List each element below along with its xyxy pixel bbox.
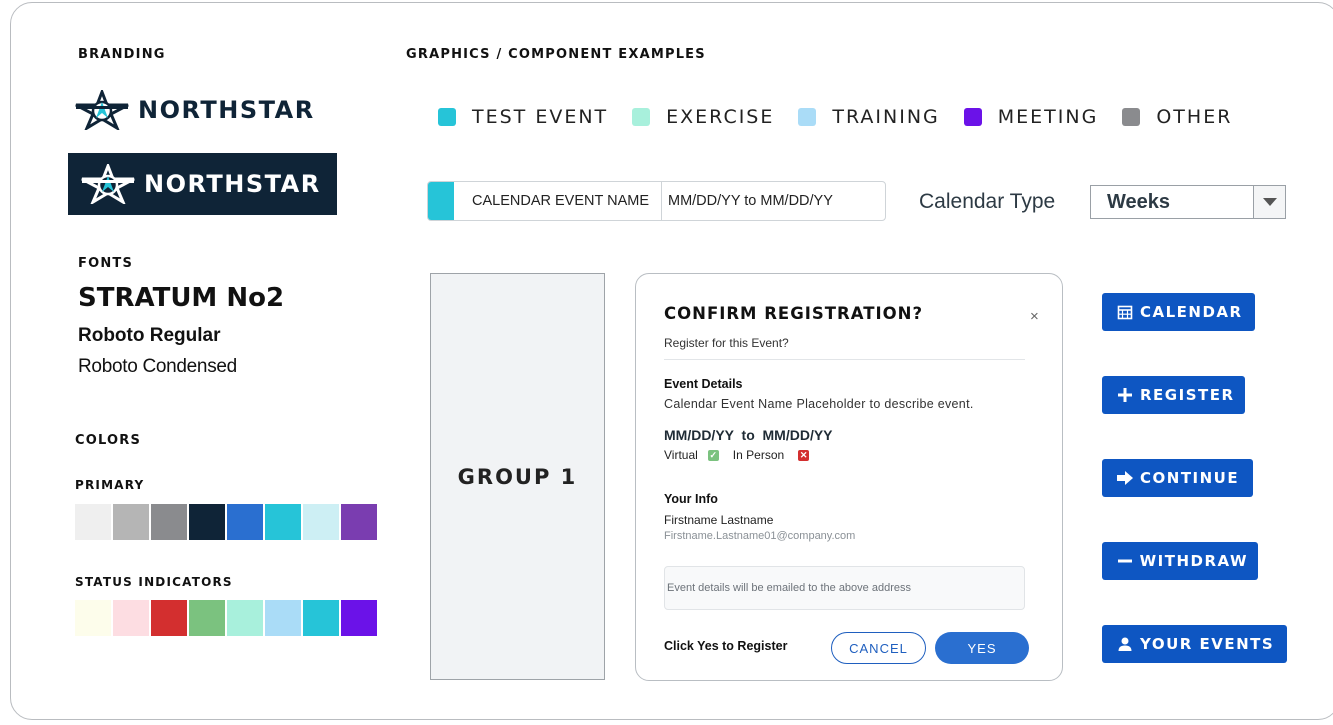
status-swatches [75, 600, 377, 636]
your-info-heading: Your Info [664, 492, 718, 506]
user-name: Firstname Lastname [664, 513, 774, 527]
primary-colors-label: PRIMARY [75, 478, 145, 492]
event-details-heading: Event Details [664, 377, 743, 391]
calendar-button[interactable]: CALENDAR [1102, 293, 1255, 331]
logo-wordmark-dark: NORTHSTAR [144, 170, 321, 198]
arrow-right-icon [1116, 469, 1134, 487]
legend-item: TRAINING [798, 106, 939, 128]
calendar-icon [1116, 303, 1134, 321]
northstar-logo-dark: NORTHSTAR [68, 153, 337, 215]
event-dates: MM/DD/YY to MM/DD/YY [668, 193, 833, 209]
cancel-button[interactable]: CANCEL [831, 632, 926, 664]
withdraw-button[interactable]: WITHDRAW [1102, 542, 1258, 580]
status-color-swatch [227, 600, 263, 636]
event-details-text: Calendar Event Name Placeholder to descr… [664, 397, 974, 411]
legend-label: EXERCISE [666, 106, 775, 128]
primary-color-swatch [303, 504, 339, 540]
primary-swatches [75, 504, 377, 540]
continue-button[interactable]: CONTINUE [1102, 459, 1253, 497]
your-events-button[interactable]: YOUR EVENTS [1102, 625, 1287, 663]
graphics-heading: GRAPHICS / COMPONENT EXAMPLES [406, 47, 706, 62]
status-color-swatch [75, 600, 111, 636]
legend-item: OTHER [1122, 106, 1232, 128]
continue-button-label: CONTINUE [1140, 469, 1240, 487]
status-color-swatch [151, 600, 187, 636]
calendar-button-label: CALENDAR [1140, 303, 1243, 321]
yes-label: YES [967, 640, 997, 656]
status-color-swatch [303, 600, 339, 636]
legend-label: TRAINING [832, 106, 940, 128]
legend-swatch [963, 108, 982, 126]
font-sample-roboto-condensed: Roboto Condensed [78, 356, 237, 377]
colors-heading: COLORS [75, 433, 142, 448]
primary-color-swatch [75, 504, 111, 540]
close-icon[interactable]: × [1030, 308, 1039, 325]
email-note: Event details will be emailed to the abo… [664, 566, 1025, 610]
legend-label: TEST EVENT [472, 106, 609, 128]
confirm-registration-dialog: CONFIRM REGISTRATION? × Register for thi… [635, 273, 1063, 681]
status-colors-label: STATUS INDICATORS [75, 575, 233, 589]
cancel-label: CANCEL [849, 640, 908, 656]
primary-color-swatch [189, 504, 225, 540]
minus-icon [1116, 552, 1134, 570]
event-color-accent [428, 182, 454, 220]
primary-color-swatch [227, 504, 263, 540]
status-color-swatch [265, 600, 301, 636]
group-label: GROUP 1 [457, 464, 578, 489]
calendar-type-label: Calendar Type [919, 190, 1056, 213]
legend-label: MEETING [997, 106, 1099, 128]
your-events-button-label: YOUR EVENTS [1140, 635, 1275, 653]
primary-color-swatch [113, 504, 149, 540]
legend-item: MEETING [963, 106, 1099, 128]
calendar-type-select[interactable]: Weeks [1090, 185, 1286, 219]
primary-color-swatch [341, 504, 377, 540]
check-icon: ✓ [707, 449, 719, 461]
branding-heading: BRANDING [78, 47, 166, 62]
event-date-range: MM/DD/YY to MM/DD/YY [664, 427, 833, 443]
legend-swatch [438, 108, 456, 126]
primary-color-swatch [151, 504, 187, 540]
event-type-legend: TEST EVENT EXERCISE TRAINING MEETING OTHER [438, 106, 1256, 128]
virtual-label: Virtual [664, 448, 698, 462]
status-color-swatch [113, 600, 149, 636]
northstar-logo-light: NORTHSTAR [74, 90, 315, 130]
register-button-label: REGISTER [1140, 386, 1235, 404]
legend-swatch [1122, 108, 1141, 126]
legend-item: EXERCISE [632, 106, 774, 128]
attendance-options: Virtual ✓ In Person ✕ [664, 448, 810, 462]
calendar-event-bar[interactable]: CALENDAR EVENT NAME MM/DD/YY to MM/DD/YY [427, 181, 886, 221]
status-color-swatch [189, 600, 225, 636]
register-button[interactable]: REGISTER [1102, 376, 1245, 414]
northstar-star-icon [81, 164, 135, 204]
legend-swatch [798, 108, 817, 126]
event-name: CALENDAR EVENT NAME [454, 182, 662, 220]
dialog-title: CONFIRM REGISTRATION? [664, 304, 924, 323]
user-email: Firstname.Lastname01@company.com [664, 530, 856, 542]
logo-wordmark: NORTHSTAR [138, 96, 315, 124]
legend-item: TEST EVENT [438, 106, 608, 128]
plus-icon [1116, 386, 1134, 404]
email-note-text: Event details will be emailed to the abo… [667, 582, 911, 594]
chevron-down-icon[interactable] [1253, 186, 1285, 218]
in-person-label: In Person [732, 448, 785, 462]
dialog-divider [664, 359, 1025, 360]
dialog-subtitle: Register for this Event? [664, 336, 789, 350]
font-sample-roboto-regular: Roboto Regular [78, 325, 221, 346]
x-icon: ✕ [798, 449, 810, 461]
withdraw-button-label: WITHDRAW [1139, 552, 1248, 570]
status-color-swatch [341, 600, 377, 636]
legend-swatch [632, 108, 651, 126]
font-sample-stratum: STRATUM No2 [78, 283, 285, 313]
register-prompt: Click Yes to Register [664, 639, 788, 653]
legend-label: OTHER [1156, 106, 1233, 128]
fonts-heading: FONTS [78, 256, 134, 271]
group-box[interactable]: GROUP 1 [430, 273, 605, 680]
northstar-star-icon [75, 90, 129, 130]
yes-button[interactable]: YES [935, 632, 1029, 664]
user-icon [1116, 635, 1134, 653]
primary-color-swatch [265, 504, 301, 540]
calendar-type-value: Weeks [1107, 190, 1171, 213]
